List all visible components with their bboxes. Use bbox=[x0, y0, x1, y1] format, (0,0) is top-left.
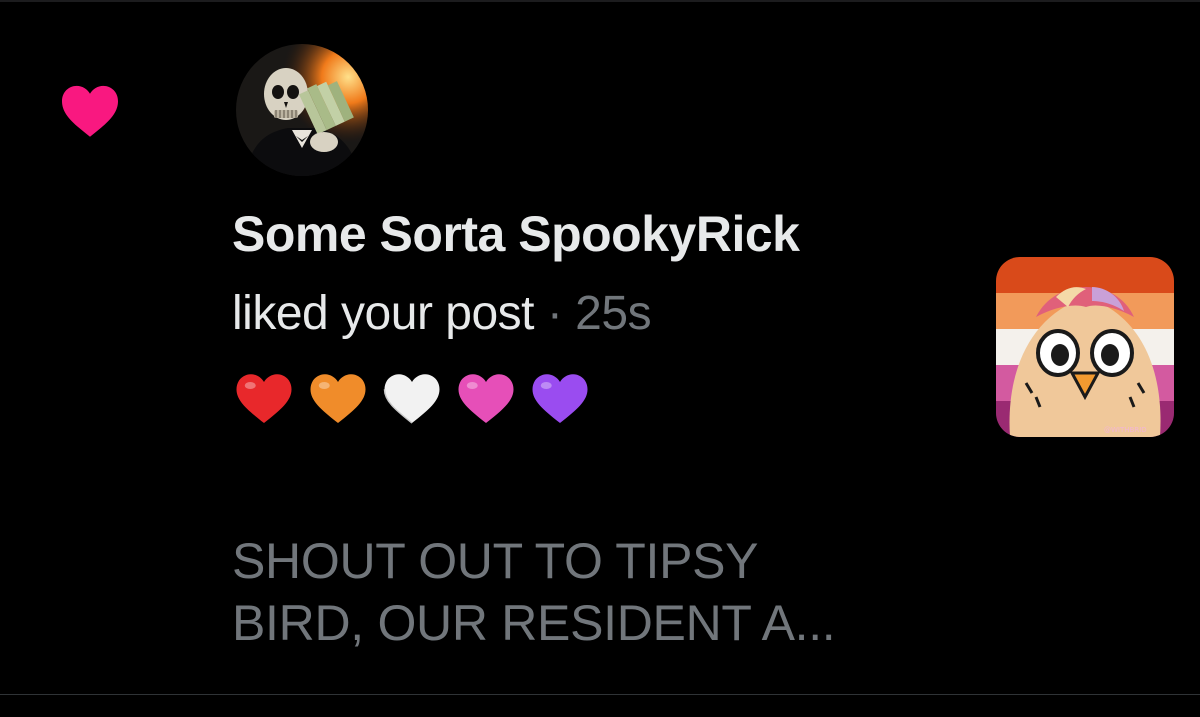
thumbnail-watermark: @WITHBRID bbox=[1104, 426, 1147, 434]
actor-avatar[interactable] bbox=[236, 44, 368, 176]
white-heart-emoji bbox=[383, 374, 440, 424]
post-snippet[interactable]: SHOUT OUT TO TIPSY BIRD, OUR RESIDENT A.… bbox=[232, 530, 952, 654]
heart-icon bbox=[62, 85, 118, 137]
pink-heart-emoji bbox=[458, 374, 514, 423]
separator-dot: · bbox=[546, 287, 563, 340]
timestamp[interactable]: 25s bbox=[575, 287, 651, 340]
red-heart-emoji bbox=[236, 374, 292, 423]
skeleton-avatar-image bbox=[236, 44, 368, 176]
purple-heart-emoji bbox=[532, 374, 588, 423]
like-notification[interactable]: Some Sorta SpookyRick liked your post · … bbox=[0, 0, 1200, 717]
orange-heart-emoji bbox=[310, 374, 366, 423]
divider bbox=[0, 694, 1200, 695]
actor-name[interactable]: Some Sorta SpookyRick bbox=[232, 202, 800, 266]
bird-thumbnail-image: @WITHBRID bbox=[996, 257, 1174, 437]
snippet-line-1: SHOUT OUT TO TIPSY bbox=[232, 533, 759, 589]
snippet-line-2: BIRD, OUR RESIDENT A... bbox=[232, 595, 836, 651]
post-emoji-row bbox=[234, 370, 590, 426]
action-text: liked your post bbox=[232, 287, 535, 340]
notification-action-line: liked your post · 25s bbox=[232, 284, 652, 344]
liked-post-thumbnail[interactable]: @WITHBRID bbox=[996, 257, 1174, 437]
